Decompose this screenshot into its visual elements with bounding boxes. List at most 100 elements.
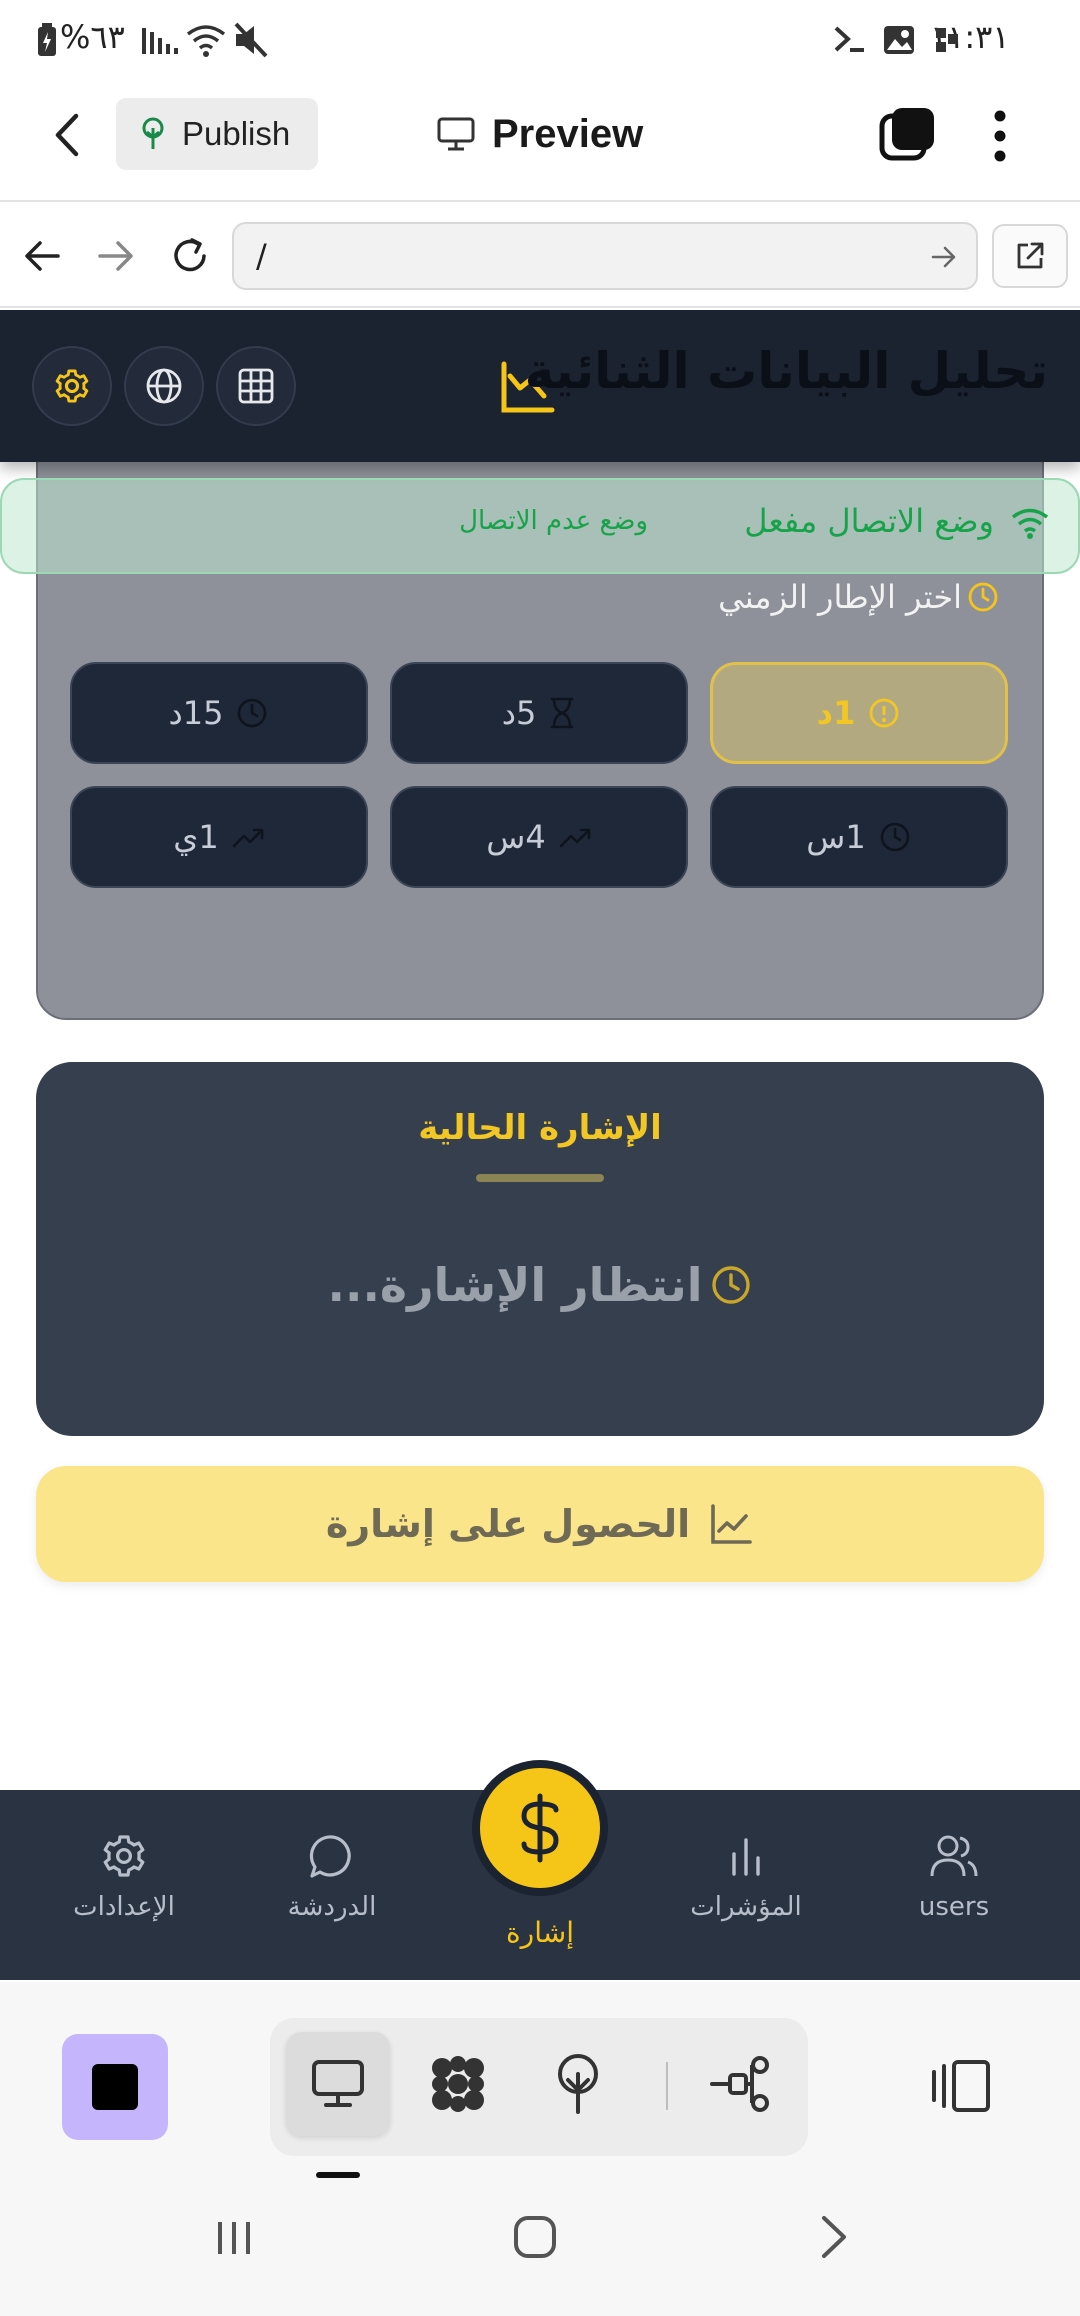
publish-label: Publish [182,115,291,152]
clock-icon [709,1263,753,1307]
signal-icon [140,24,180,56]
nav-forward-icon[interactable] [96,238,136,274]
status-bar: ١١:٣١ %٦٣ [0,0,1080,82]
open-external-button[interactable] [992,224,1068,288]
monitor-icon [310,2058,366,2110]
stop-button[interactable] [62,2034,168,2140]
app-header: تحليل البيانات الثنائية [0,310,1080,462]
get-signal-button[interactable]: الحصول على إشارة [36,1466,1044,1582]
preview-view-button[interactable] [286,2032,390,2136]
back-nav-icon[interactable] [818,2214,850,2260]
home-icon[interactable] [512,2214,558,2260]
timeframe-button-4h[interactable]: 4س [390,786,688,888]
offline-mode-toggle[interactable]: وضع عدم الاتصال [459,506,648,536]
url-value: / [256,237,267,275]
nav-back-icon[interactable] [22,238,62,274]
external-link-icon [1014,240,1046,272]
panel-toggle-icon[interactable] [930,2058,992,2114]
code-view-button[interactable] [406,2032,510,2136]
flow-icon [708,2055,772,2113]
alert-circle-icon [867,696,901,730]
trend-up-icon [558,824,592,850]
recent-apps-icon[interactable] [212,2216,256,2260]
timeframe-button-1m[interactable]: 1د [710,662,1008,764]
grid-circle-button[interactable] [216,346,296,426]
app-bottom-nav: users المؤشرات إشارة الدردشة الإعدادات [0,1760,1080,1980]
nav-item-settings[interactable]: الإعدادات [34,1790,214,1980]
url-bar-row: / [0,204,1080,308]
tree-icon [550,2052,606,2116]
grid-icon [237,367,275,405]
globe-icon [144,366,184,406]
timeframe-button-15m[interactable]: 15د [70,662,368,764]
nav-label: الإعدادات [73,1892,175,1922]
settings-circle-button[interactable] [32,346,112,426]
title-underline [476,1174,604,1182]
app-title: تحليل البيانات الثنائية [524,342,1048,400]
timeframe-label: 5د [501,694,537,732]
connection-banner: وضع الاتصال مفعل وضع عدم الاتصال [0,478,1080,574]
editor-header: Publish Preview [0,82,1080,202]
clock-icon [878,820,912,854]
connection-enabled-text: وضع الاتصال مفعل [744,502,994,540]
tool-divider [666,2062,668,2110]
back-chevron-icon[interactable] [52,112,82,158]
blocks-icon [426,2052,490,2116]
monitor-icon [436,116,476,152]
tabs-icon[interactable] [878,106,936,162]
wifi-status-icon [1010,506,1050,540]
gear-icon [100,1832,148,1880]
language-circle-button[interactable] [124,346,204,426]
more-vert-icon[interactable] [988,110,1012,162]
stop-icon [92,2064,138,2110]
battery-icon [36,22,58,58]
go-arrow-icon[interactable] [930,244,958,270]
hourglass-icon [548,696,576,730]
deploy-view-button[interactable] [526,2032,630,2136]
flow-view-button[interactable] [688,2032,792,2136]
timeframe-button-1h[interactable]: 1س [710,786,1008,888]
current-signal-card: الإشارة الحالية انتظار الإشارة... [36,1062,1044,1436]
signal-card-title: الإشارة الحالية [418,1108,662,1148]
publish-tree-icon [138,117,168,151]
get-signal-label: الحصول على إشارة [325,1502,691,1546]
timeframe-button-1d[interactable]: 1ي [70,786,368,888]
system-nav-bar [0,2192,1080,2316]
battery-percent: %٦٣ [60,18,125,56]
active-tool-indicator [316,2172,360,2178]
nav-item-indicators[interactable]: المؤشرات [656,1790,836,1980]
users-icon [928,1832,980,1880]
url-input[interactable]: / [232,222,978,290]
timeframe-label: 1س [806,818,866,856]
timeframe-label-text: اختر الإطار الزمني [718,578,962,616]
terminal-icon [832,22,868,56]
timeframe-label: 4س [486,818,546,856]
trend-up-icon [231,824,265,850]
timeframe-label: 15د [168,694,224,732]
timeframe-button-5m[interactable]: 5د [390,662,688,764]
preview-label: Preview [492,111,644,156]
dollar-icon [510,1792,570,1864]
reload-icon[interactable] [168,234,212,278]
image-icon [882,24,916,56]
nav-label: الدردشة [287,1892,377,1922]
preview-title: Preview [436,104,643,164]
nav-item-users[interactable]: users [864,1790,1044,1980]
timeframe-label: اختر الإطار الزمني [718,578,1000,616]
gear-icon [53,367,91,405]
publish-button[interactable]: Publish [116,98,318,170]
app-preview: تحليل البيانات الثنائية وضع الاتصال مفعل… [0,310,1080,1790]
clock-icon [966,580,1000,614]
nav-item-signal[interactable] [472,1760,608,1896]
timeframe-label: 1د [816,694,856,732]
mute-icon [232,22,270,58]
signal-waiting: انتظار الإشارة... [36,1258,1044,1312]
wifi-icon [186,22,226,58]
signal-waiting-text: انتظار الإشارة... [327,1258,703,1312]
bar-chart-icon [722,1832,770,1880]
nav-item-chat[interactable]: الدردشة [242,1790,422,1980]
view-tool-group [270,2018,808,2156]
chat-icon [308,1832,356,1880]
app-status-icon [934,26,962,54]
timeframe-label: 1ي [173,818,219,856]
